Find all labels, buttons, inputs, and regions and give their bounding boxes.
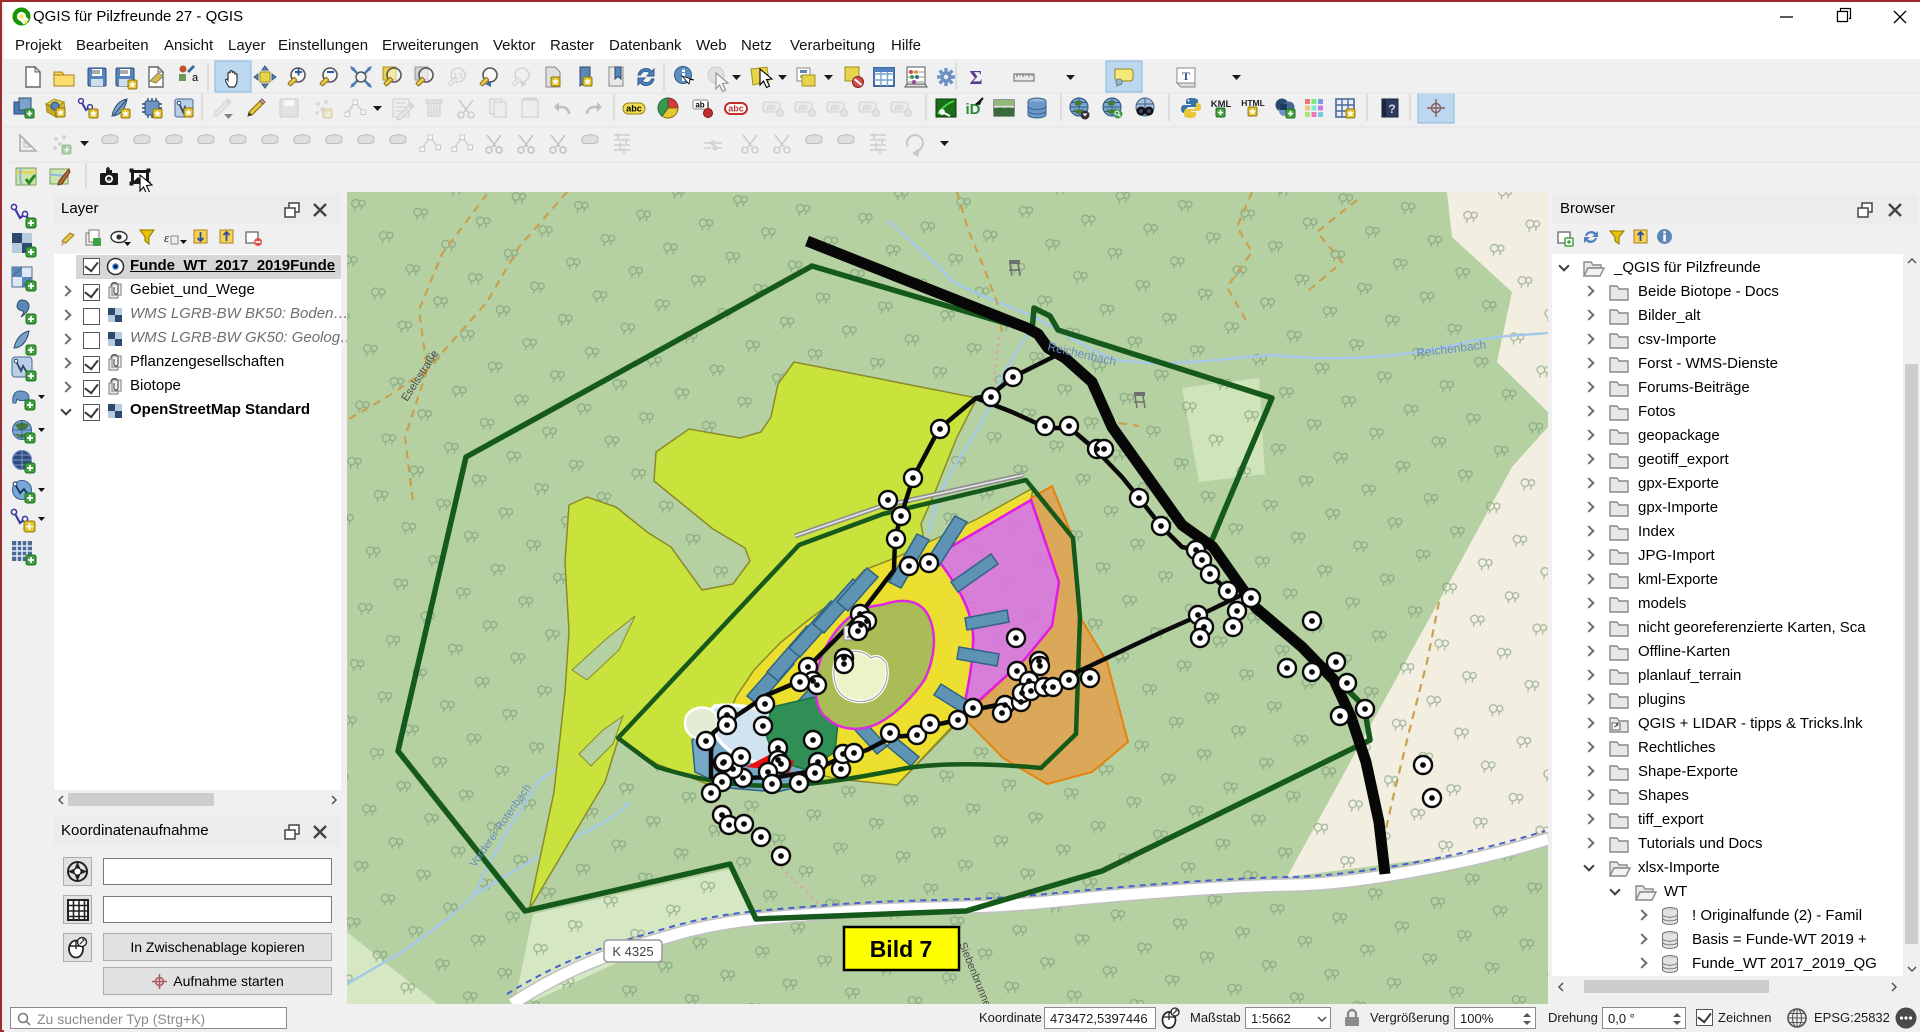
svg-text:K 4325: K 4325 <box>612 944 653 959</box>
svg-text:ab: ab <box>695 101 704 110</box>
svg-text:Bild 7: Bild 7 <box>870 936 933 962</box>
svg-text:ε: ε <box>164 230 170 245</box>
svg-text:1:1: 1:1 <box>453 73 463 80</box>
svg-text:a: a <box>192 72 199 84</box>
